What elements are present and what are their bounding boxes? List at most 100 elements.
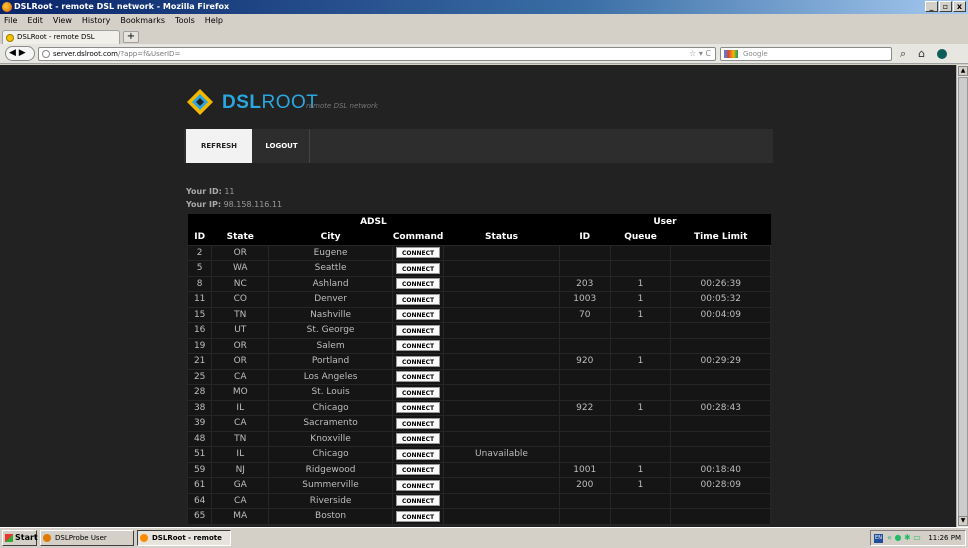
system-tray: EN « ● ✱ ▭ 11:26 PM	[870, 530, 966, 546]
cell-id: 11	[186, 291, 213, 308]
menu-view[interactable]: View	[53, 14, 72, 28]
cell-time-limit	[670, 508, 771, 525]
minimize-button[interactable]: _	[925, 1, 938, 12]
connect-button[interactable]: CONNECT	[395, 464, 441, 476]
cell-time-limit	[670, 492, 771, 509]
search-icon[interactable]: ⌕	[900, 47, 906, 60]
col-command: Command	[392, 229, 444, 245]
connect-button[interactable]: CONNECT	[395, 433, 441, 445]
tagline: remote DSL network	[306, 102, 378, 110]
task-dslroot[interactable]: DSLRoot - remote DS...	[137, 530, 231, 546]
logout-button[interactable]: LOGOUT	[254, 129, 310, 163]
connect-button[interactable]: CONNECT	[395, 278, 441, 290]
connect-button[interactable]: CONNECT	[395, 510, 441, 522]
cell-user-id	[558, 384, 611, 401]
connect-button[interactable]: CONNECT	[395, 355, 441, 367]
cell-command: CONNECT	[391, 415, 445, 432]
language-indicator[interactable]: EN	[874, 534, 883, 543]
cell-id: 51	[186, 446, 213, 463]
cell-command: CONNECT	[391, 384, 445, 401]
cell-id: 8	[186, 275, 213, 292]
start-button[interactable]: Start	[2, 530, 38, 546]
your-id-line: Your ID: 11	[186, 187, 235, 196]
menu-tools[interactable]: Tools	[175, 14, 195, 28]
connect-button[interactable]: CONNECT	[395, 479, 441, 491]
scroll-thumb[interactable]	[958, 77, 968, 517]
table-row: 59 NJ Ridgewood CONNECT 1001 1 00:18:40	[186, 461, 771, 478]
connect-button[interactable]: CONNECT	[395, 371, 441, 383]
home-icon[interactable]: ⌂	[918, 47, 925, 60]
connect-button[interactable]: CONNECT	[395, 448, 441, 460]
cell-command: CONNECT	[391, 399, 445, 416]
cell-queue: 1	[609, 399, 672, 416]
table-row: 38 IL Chicago CONNECT 922 1 00:28:43	[186, 399, 771, 416]
cell-state: GA	[211, 477, 270, 494]
cell-command: CONNECT	[391, 337, 445, 354]
connect-button[interactable]: CONNECT	[395, 293, 441, 305]
addon-icon[interactable]	[937, 49, 948, 59]
cell-city: Denver	[268, 291, 393, 308]
scroll-down-icon[interactable]: ▼	[958, 516, 968, 526]
cell-time-limit: 00:28:43	[670, 399, 771, 416]
cell-status	[443, 461, 560, 478]
back-forward-button[interactable]: ◀ ▶	[5, 46, 35, 61]
bookmark-star-reload-icons[interactable]: ☆ ▾ C	[689, 48, 711, 60]
brand-dsl: DSL	[222, 92, 262, 113]
cell-status	[443, 477, 560, 494]
connect-button[interactable]: CONNECT	[395, 417, 441, 429]
cell-state: CA	[211, 368, 270, 385]
vertical-scrollbar[interactable]: ▲ ▼	[956, 65, 968, 527]
cell-command: CONNECT	[391, 275, 445, 292]
cell-time-limit: 00:26:39	[670, 275, 771, 292]
cell-user-id	[558, 260, 611, 277]
cell-state: OR	[211, 353, 270, 370]
refresh-button[interactable]: REFRESH	[186, 129, 252, 163]
scroll-up-icon[interactable]: ▲	[958, 66, 968, 76]
menu-bookmarks[interactable]: Bookmarks	[120, 14, 165, 28]
cell-time-limit: 00:04:09	[670, 306, 771, 323]
connect-button[interactable]: CONNECT	[395, 324, 441, 336]
menu-edit[interactable]: Edit	[27, 14, 43, 28]
cell-state: WA	[211, 260, 270, 277]
cell-city: Summerville	[268, 477, 393, 494]
cell-id: 19	[186, 337, 213, 354]
search-placeholder: Google	[743, 50, 768, 58]
table-row: 16 UT St. George CONNECT	[186, 322, 771, 339]
search-input[interactable]: Google	[720, 47, 892, 61]
new-tab-button[interactable]: +	[123, 31, 139, 43]
url-bar[interactable]: server.dslroot.com/?app=f&UserID= ☆ ▾ C	[38, 47, 716, 61]
cell-user-id	[558, 244, 611, 261]
connect-button[interactable]: CONNECT	[395, 386, 441, 398]
cell-queue	[609, 430, 672, 447]
cell-user-id	[558, 430, 611, 447]
brand-logo[interactable]: DSLROOT	[222, 92, 318, 114]
google-engine-icon[interactable]	[724, 50, 738, 58]
connect-button[interactable]: CONNECT	[395, 262, 441, 274]
cell-state: NJ	[211, 461, 270, 478]
menu-file[interactable]: File	[4, 14, 17, 28]
cell-id: 2	[186, 244, 213, 261]
connect-button[interactable]: CONNECT	[395, 495, 441, 507]
tray-icons[interactable]: « ● ✱ ▭	[887, 531, 921, 545]
connect-button[interactable]: CONNECT	[395, 340, 441, 352]
tab-dslroot[interactable]: DSLRoot - remote DSL network	[2, 30, 120, 54]
cell-id: 25	[186, 368, 213, 385]
window-title: DSLRoot - remote DSL network - Mozilla F…	[14, 2, 230, 11]
task-dslprobe-manual[interactable]: DSLProbe User Manual | ...	[40, 530, 134, 546]
cell-id: 5	[186, 260, 213, 277]
cell-city: St. George	[268, 322, 393, 339]
cell-command: CONNECT	[391, 430, 445, 447]
cell-id: 65	[186, 508, 213, 525]
maximize-button[interactable]: ▫	[939, 1, 952, 12]
cell-time-limit	[670, 337, 771, 354]
menu-history[interactable]: History	[82, 14, 110, 28]
cell-city: Chicago	[268, 399, 393, 416]
dsl-table: ADSL User ID State City Command Status I…	[186, 214, 771, 525]
close-button[interactable]: x	[953, 1, 966, 12]
menu-help[interactable]: Help	[205, 14, 223, 28]
connect-button[interactable]: CONNECT	[395, 402, 441, 414]
table-row: 8 NC Ashland CONNECT 203 1 00:26:39	[186, 275, 771, 292]
connect-button[interactable]: CONNECT	[395, 247, 441, 259]
connect-button[interactable]: CONNECT	[395, 309, 441, 321]
cell-state: TN	[211, 306, 270, 323]
